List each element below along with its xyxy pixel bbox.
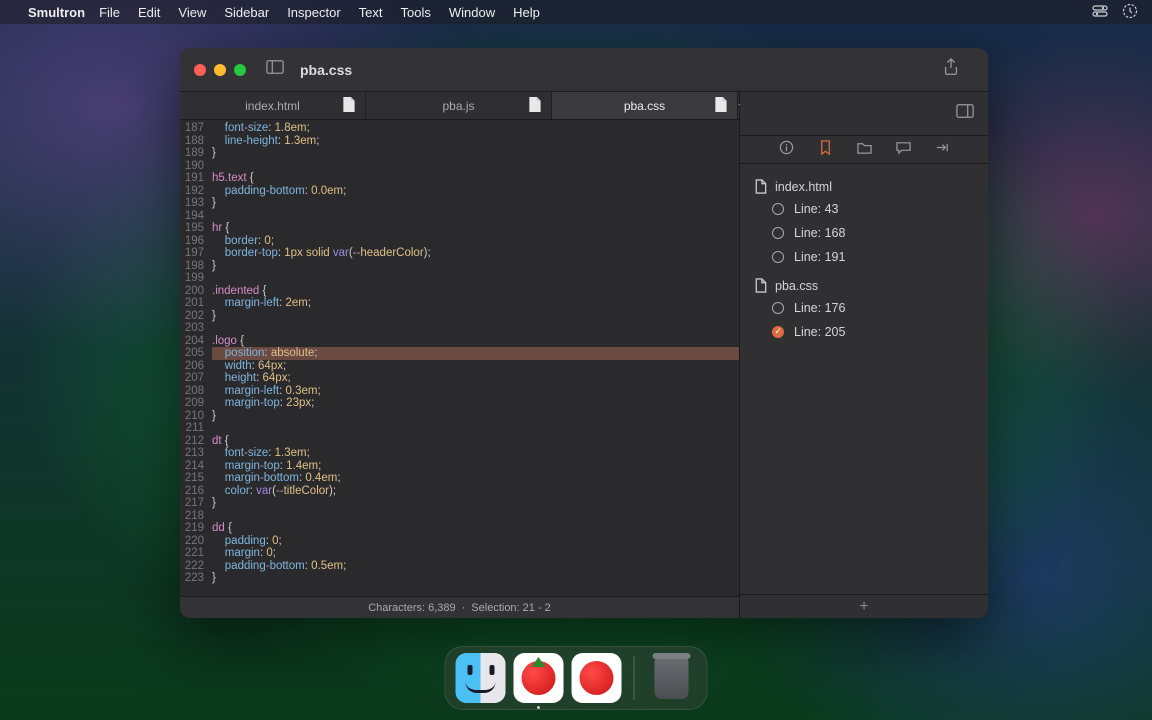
marker-line[interactable]: Line: 176: [754, 296, 974, 320]
control-center-icon[interactable]: [1092, 3, 1108, 22]
info-icon[interactable]: [779, 140, 794, 160]
menu-edit[interactable]: Edit: [138, 5, 160, 20]
bookmark-icon[interactable]: [818, 140, 833, 160]
tab-index-html[interactable]: index.html: [180, 92, 366, 119]
document-icon: [342, 97, 355, 115]
share-icon[interactable]: [942, 58, 960, 81]
menu-help[interactable]: Help: [513, 5, 540, 20]
dock-separator: [634, 656, 635, 700]
status-selection: Selection: 21 - 2: [471, 602, 551, 614]
app-menu[interactable]: Smultron: [28, 5, 85, 20]
code-editor[interactable]: 1871881891901911921931941951961971981992…: [180, 120, 739, 596]
inspector-pane: index.htmlLine: 43Line: 168Line: 191 pba.…: [740, 92, 988, 618]
dock-finder-icon[interactable]: [456, 653, 506, 703]
markers-list: index.htmlLine: 43Line: 168Line: 191 pba.…: [740, 164, 988, 594]
marker-file[interactable]: pba.css: [754, 275, 974, 296]
window-title: pba.css: [300, 62, 352, 78]
window-titlebar[interactable]: pba.css: [180, 48, 988, 92]
window-minimize-button[interactable]: [214, 64, 226, 76]
comment-icon[interactable]: [896, 140, 911, 160]
status-separator: ·: [462, 602, 466, 614]
status-bar: Characters: 6,389 · Selection: 21 - 2: [180, 596, 739, 618]
add-marker-button[interactable]: +: [859, 598, 868, 616]
document-tabbar: index.html pba.js pba.css +: [180, 92, 739, 120]
menu-window[interactable]: Window: [449, 5, 495, 20]
marker-file[interactable]: index.html: [754, 176, 974, 197]
menu-tools[interactable]: Tools: [401, 5, 431, 20]
window-maximize-button[interactable]: [234, 64, 246, 76]
dock-smultron-icon[interactable]: [514, 653, 564, 703]
menu-file[interactable]: File: [99, 5, 120, 20]
editor-pane: index.html pba.js pba.css + 187188189190…: [180, 92, 740, 618]
menu-view[interactable]: View: [178, 5, 206, 20]
tab-pba-css[interactable]: pba.css: [552, 92, 738, 119]
macos-menubar: Smultron File Edit View Sidebar Inspecto…: [0, 0, 1152, 24]
window-close-button[interactable]: [194, 64, 206, 76]
inspector-footer: +: [740, 594, 988, 618]
inspector-titlebar: [740, 92, 988, 136]
marker-line[interactable]: Line: 191: [754, 245, 974, 269]
export-icon[interactable]: [935, 140, 950, 160]
tab-label: index.html: [245, 99, 300, 113]
marker-line[interactable]: Line: 205: [754, 320, 974, 344]
dock-smultron-alt-icon[interactable]: [572, 653, 622, 703]
menu-text[interactable]: Text: [359, 5, 383, 20]
menu-sidebar[interactable]: Sidebar: [224, 5, 269, 20]
document-icon: [714, 97, 727, 115]
left-sidebar-toggle-icon[interactable]: [266, 58, 284, 81]
tab-label: pba.css: [624, 99, 665, 113]
code-content[interactable]: font-size: 1.8em; line-height: 1.3em;} h…: [210, 120, 739, 596]
marker-line[interactable]: Line: 168: [754, 221, 974, 245]
macos-dock: [445, 646, 708, 710]
clock-icon[interactable]: [1122, 3, 1138, 22]
line-number-gutter: 1871881891901911921931941951961971981992…: [180, 120, 210, 596]
dock-trash-icon[interactable]: [647, 653, 697, 703]
tab-label: pba.js: [442, 99, 474, 113]
traffic-lights: [194, 64, 246, 76]
menu-inspector[interactable]: Inspector: [287, 5, 340, 20]
tab-pba-js[interactable]: pba.js: [366, 92, 552, 119]
document-icon: [528, 97, 541, 115]
inspector-toolbar: [740, 136, 988, 164]
marker-line[interactable]: Line: 43: [754, 197, 974, 221]
right-sidebar-toggle-icon[interactable]: [956, 102, 974, 125]
editor-window: pba.css index.html pba.js pba.css +: [180, 48, 988, 618]
folder-icon[interactable]: [857, 140, 872, 160]
status-characters: Characters: 6,389: [368, 602, 455, 614]
